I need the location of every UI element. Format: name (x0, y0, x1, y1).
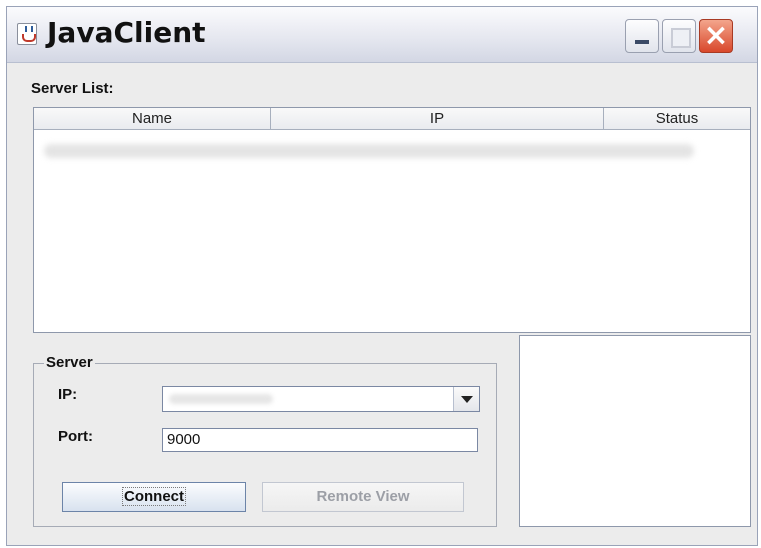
minimize-button[interactable] (625, 19, 659, 53)
ip-value (169, 394, 273, 404)
java-app-icon (17, 23, 37, 45)
connect-button[interactable]: Connect (62, 482, 246, 512)
column-header-ip[interactable]: IP (271, 108, 604, 129)
table-header: Name IP Status (34, 108, 750, 130)
app-window: JavaClient × Server List: Name IP Status… (6, 6, 758, 546)
remote-view-button[interactable]: Remote View (262, 482, 464, 512)
window-title: JavaClient (47, 16, 206, 49)
chevron-down-icon[interactable] (453, 387, 479, 411)
title-bar[interactable]: JavaClient × (7, 7, 757, 63)
ip-combobox[interactable] (162, 386, 480, 412)
column-header-name[interactable]: Name (34, 108, 271, 129)
table-row[interactable] (44, 144, 694, 158)
port-label: Port: (58, 428, 93, 445)
server-list-label: Server List: (31, 80, 114, 97)
remote-preview-panel (519, 335, 751, 527)
column-header-status[interactable]: Status (604, 108, 750, 129)
port-field[interactable]: 9000 (162, 428, 478, 452)
maximize-button[interactable] (662, 19, 696, 53)
close-button[interactable]: × (699, 18, 733, 53)
server-list-table[interactable]: Name IP Status (33, 107, 751, 333)
connect-button-label: Connect (122, 487, 186, 506)
close-icon: × (703, 18, 729, 53)
server-group: Server IP: Port: 9000 Connect Remote Vie… (33, 354, 497, 527)
server-group-label: Server (44, 354, 95, 371)
ip-label: IP: (58, 386, 78, 403)
